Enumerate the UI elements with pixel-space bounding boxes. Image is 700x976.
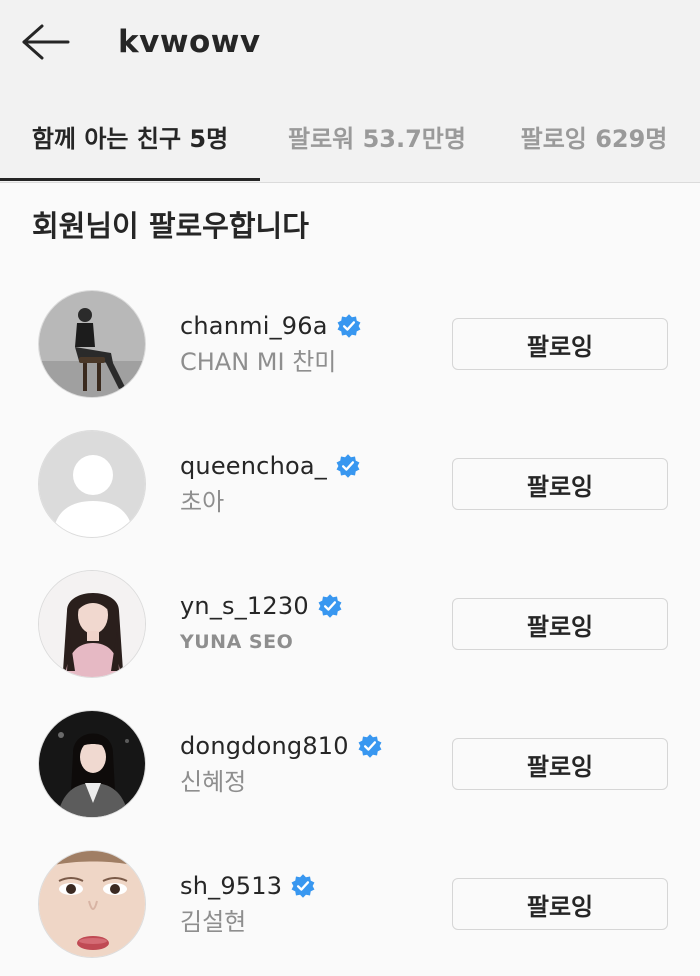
verified-badge-icon bbox=[291, 874, 315, 898]
full-name: CHAN MI 찬미 bbox=[180, 348, 337, 376]
username[interactable]: chanmi_96a bbox=[180, 308, 328, 344]
tab-following[interactable]: 팔로잉 629명 bbox=[496, 90, 692, 182]
active-tab-indicator bbox=[0, 178, 260, 181]
list-item[interactable]: yn_s_1230 YUNA SEO 팔로잉 bbox=[0, 554, 700, 694]
avatar[interactable] bbox=[38, 430, 146, 538]
avatar[interactable] bbox=[38, 290, 146, 398]
following-button[interactable]: 팔로잉 bbox=[452, 458, 668, 510]
photo-face-closeup bbox=[39, 851, 145, 957]
list-item[interactable]: queenchoa_ 초아 팔로잉 bbox=[0, 414, 700, 554]
verified-badge-icon bbox=[336, 454, 360, 478]
tab-followers[interactable]: 팔로워 53.7만명 bbox=[266, 90, 488, 182]
verified-badge-icon bbox=[358, 734, 382, 758]
username[interactable]: sh_9513 bbox=[180, 868, 282, 904]
avatar[interactable] bbox=[38, 850, 146, 958]
tab-bar: 함께 아는 친구 5명 팔로워 53.7만명 팔로잉 629명 bbox=[0, 90, 700, 183]
list-item[interactable]: chanmi_96a CHAN MI 찬미 팔로잉 bbox=[0, 274, 700, 414]
avatar[interactable] bbox=[38, 710, 146, 818]
top-bar: kvwowv bbox=[0, 0, 700, 90]
verified-badge-icon bbox=[337, 314, 361, 338]
full-name: 김설현 bbox=[180, 908, 247, 936]
full-name: 초아 bbox=[180, 488, 225, 516]
photo-woman-dark-bg bbox=[39, 711, 145, 817]
full-name: 신혜정 bbox=[180, 768, 247, 796]
following-button[interactable]: 팔로잉 bbox=[452, 738, 668, 790]
default-avatar-icon bbox=[39, 431, 145, 537]
photo-woman-long-hair bbox=[39, 571, 145, 677]
username[interactable]: yn_s_1230 bbox=[180, 588, 309, 624]
back-button[interactable] bbox=[18, 18, 74, 66]
full-name: YUNA SEO bbox=[180, 631, 294, 653]
list-item[interactable]: sh_9513 김설현 팔로잉 bbox=[0, 834, 700, 974]
username[interactable]: queenchoa_ bbox=[180, 448, 327, 484]
username[interactable]: dongdong810 bbox=[180, 728, 349, 764]
photo-woman-chair-bw bbox=[39, 291, 145, 397]
back-arrow-icon bbox=[22, 24, 70, 60]
following-button[interactable]: 팔로잉 bbox=[452, 598, 668, 650]
list-item[interactable]: dongdong810 신혜정 팔로잉 bbox=[0, 694, 700, 834]
avatar[interactable] bbox=[38, 570, 146, 678]
profile-username-title: kvwowv bbox=[118, 24, 261, 60]
following-button[interactable]: 팔로잉 bbox=[452, 318, 668, 370]
following-button[interactable]: 팔로잉 bbox=[452, 878, 668, 930]
verified-badge-icon bbox=[318, 594, 342, 618]
tab-mutual-friends[interactable]: 함께 아는 친구 5명 bbox=[0, 90, 260, 182]
section-title: 회원님이 팔로우합니다 bbox=[32, 209, 309, 243]
